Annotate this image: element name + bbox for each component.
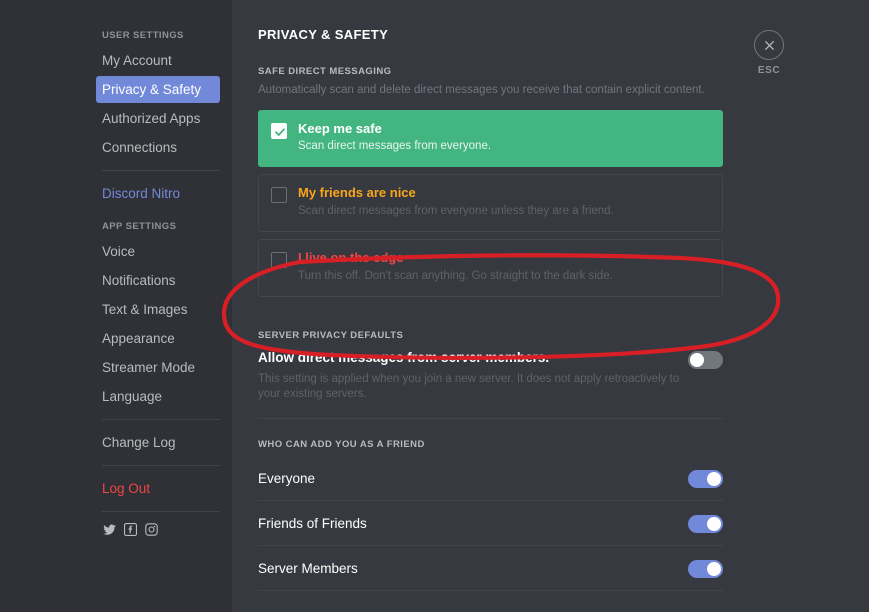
- sidebar-item-voice[interactable]: Voice: [96, 238, 220, 265]
- toggle-server-members[interactable]: [688, 560, 723, 578]
- server-privacy-defaults-header: SERVER PRIVACY DEFAULTS: [258, 330, 723, 341]
- option-title: I live on the edge: [298, 251, 613, 266]
- page-title: PRIVACY & SAFETY: [258, 27, 723, 42]
- option-i-live-on-the-edge[interactable]: I live on the edge Turn this off. Don't …: [258, 239, 723, 297]
- safe-direct-messaging-description: Automatically scan and delete direct mes…: [258, 83, 723, 99]
- friend-divider-3: [258, 590, 723, 591]
- toggle-knob: [707, 517, 721, 531]
- sidebar-item-language[interactable]: Language: [96, 383, 220, 410]
- discord-user-settings-window: USER SETTINGS My Account Privacy & Safet…: [0, 0, 869, 612]
- server-privacy-note: This setting is applied when you join a …: [258, 372, 688, 402]
- sidebar-item-text-images[interactable]: Text & Images: [96, 296, 220, 323]
- settings-main-panel: PRIVACY & SAFETY SAFE DIRECT MESSAGING A…: [232, 0, 869, 612]
- sidebar-item-privacy-safety[interactable]: Privacy & Safety: [96, 76, 220, 103]
- friend-row-server-members: Server Members: [258, 546, 723, 590]
- friend-row-friends-of-friends: Friends of Friends: [258, 501, 723, 545]
- friend-label: Everyone: [258, 471, 315, 486]
- checkbox-my-friends-are-nice[interactable]: [271, 187, 287, 203]
- sidebar-item-streamer-mode[interactable]: Streamer Mode: [96, 354, 220, 381]
- checkbox-i-live-on-the-edge[interactable]: [271, 252, 287, 268]
- sidebar-divider-4: [102, 511, 220, 512]
- toggle-knob: [707, 472, 721, 486]
- sidebar-item-my-account[interactable]: My Account: [96, 47, 220, 74]
- twitter-icon[interactable]: [103, 523, 116, 536]
- sidebar-item-connections[interactable]: Connections: [96, 134, 220, 161]
- option-subtitle: Scan direct messages from everyone.: [298, 140, 491, 154]
- option-title: Keep me safe: [298, 122, 491, 137]
- sidebar-item-authorized-apps[interactable]: Authorized Apps: [96, 105, 220, 132]
- sidebar-section-user-settings: USER SETTINGS: [102, 30, 226, 47]
- friend-row-everyone: Everyone: [258, 456, 723, 500]
- option-my-friends-are-nice[interactable]: My friends are nice Scan direct messages…: [258, 174, 723, 232]
- option-subtitle: Turn this off. Don't scan anything. Go s…: [298, 270, 613, 284]
- sidebar-divider-1: [102, 170, 220, 171]
- sidebar-item-discord-nitro[interactable]: Discord Nitro: [96, 180, 220, 207]
- server-privacy-label: Allow direct messages from server member…: [258, 349, 688, 367]
- toggle-knob: [707, 562, 721, 576]
- social-links: [103, 523, 226, 536]
- toggle-friends-of-friends[interactable]: [688, 515, 723, 533]
- sidebar-divider-3: [102, 465, 220, 466]
- sidebar-item-log-out[interactable]: Log Out: [96, 475, 220, 502]
- who-can-add-you-header: WHO CAN ADD YOU AS A FRIEND: [258, 439, 723, 450]
- option-subtitle: Scan direct messages from everyone unles…: [298, 205, 614, 219]
- toggle-everyone[interactable]: [688, 470, 723, 488]
- sidebar-item-notifications[interactable]: Notifications: [96, 267, 220, 294]
- facebook-icon[interactable]: [124, 523, 137, 536]
- friend-label: Friends of Friends: [258, 516, 367, 531]
- close-settings-button[interactable]: ESC: [742, 30, 796, 76]
- sidebar-item-appearance[interactable]: Appearance: [96, 325, 220, 352]
- sidebar-item-change-log[interactable]: Change Log: [96, 429, 220, 456]
- option-keep-me-safe[interactable]: Keep me safe Scan direct messages from e…: [258, 110, 723, 168]
- instagram-icon[interactable]: [145, 523, 158, 536]
- sidebar-divider-2: [102, 419, 220, 420]
- close-icon[interactable]: [754, 30, 784, 60]
- toggle-knob: [690, 353, 704, 367]
- close-esc-label: ESC: [742, 65, 796, 76]
- friend-label: Server Members: [258, 561, 358, 576]
- server-privacy-setting-row: Allow direct messages from server member…: [258, 347, 723, 402]
- toggle-allow-dms-from-server-members[interactable]: [688, 351, 723, 369]
- settings-sidebar: USER SETTINGS My Account Privacy & Safet…: [0, 0, 232, 612]
- sidebar-section-app-settings: APP SETTINGS: [102, 221, 226, 238]
- safe-direct-messaging-header: SAFE DIRECT MESSAGING: [258, 66, 723, 77]
- option-title: My friends are nice: [298, 186, 614, 201]
- checkbox-keep-me-safe[interactable]: [271, 123, 287, 139]
